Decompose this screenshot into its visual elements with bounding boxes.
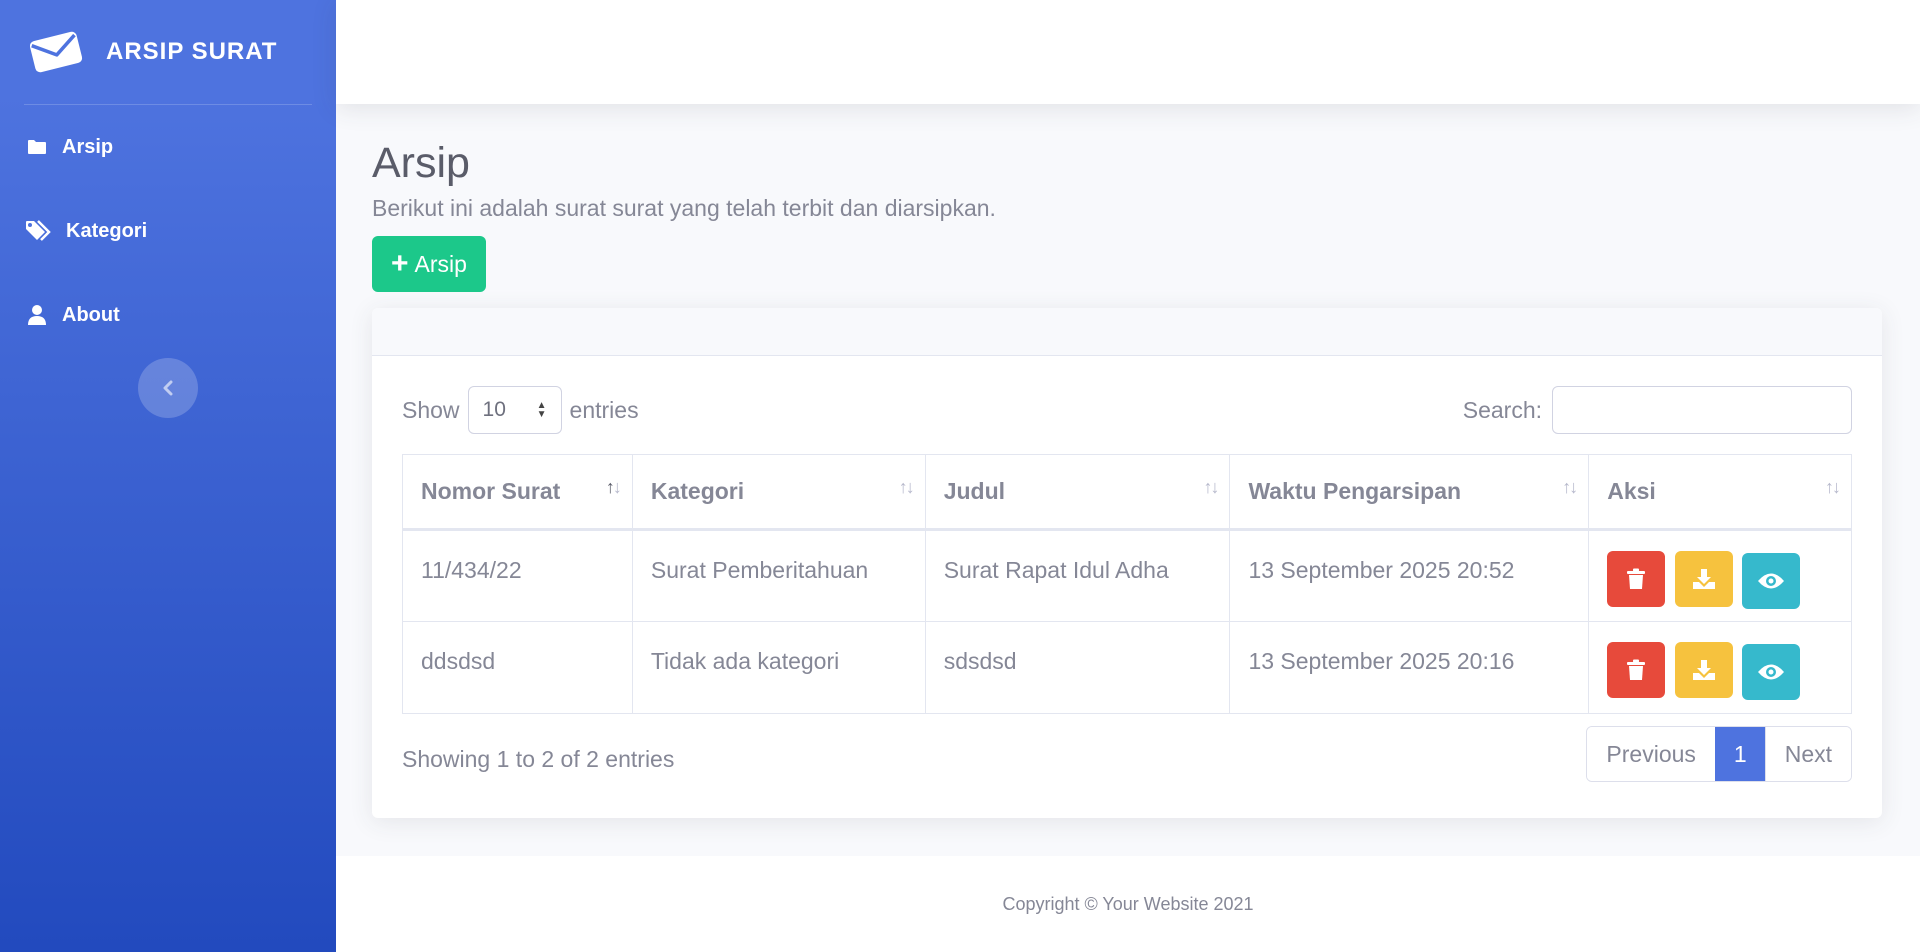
column-header-nomor-surat[interactable]: Nomor Surat ↑↓ [402, 454, 633, 531]
table-footer: Showing 1 to 2 of 2 entries Previous 1 N… [402, 726, 1852, 782]
column-header-judul[interactable]: Judul ↑↓ [924, 454, 1231, 531]
search-input[interactable] [1552, 386, 1852, 434]
add-arsip-button[interactable]: + Arsip [372, 236, 486, 293]
download-icon [1692, 569, 1715, 589]
pagination: Previous 1 Next [1586, 726, 1852, 782]
column-label: Kategori [650, 478, 745, 504]
search-label: Search: [1462, 396, 1542, 423]
archive-table: Nomor Surat ↑↓ Kategori ↑↓ Judul ↑↓ Waktu P… [402, 454, 1852, 714]
trash-icon [1627, 659, 1646, 680]
sort-asc-icon: ↑↓ [605, 477, 622, 497]
sort-icon: ↑↓ [1562, 477, 1578, 497]
sidebar: ARSIP SURAT Arsip Kategori About [0, 0, 336, 952]
page-title: Arsip [372, 139, 470, 187]
tags-icon [24, 220, 54, 242]
eye-icon [1757, 573, 1784, 589]
pagination-page-1[interactable]: 1 [1714, 727, 1765, 781]
cell-nomor: 11/434/22 [402, 529, 633, 622]
brand-title: ARSIP SURAT [106, 38, 278, 65]
cell-actions [1588, 621, 1852, 714]
sort-icon: ↑↓ [898, 477, 915, 497]
chevron-left-icon [163, 380, 173, 396]
eye-icon [1757, 664, 1784, 680]
table-controls: Show 10 ▲ ▼ entries Search: [402, 386, 1852, 434]
sort-icon: ↑↓ [1203, 477, 1219, 497]
column-label: Judul [943, 478, 1006, 504]
column-label: Aksi [1607, 478, 1656, 504]
cell-actions [1588, 529, 1852, 622]
footer: Copyright © Your Website 2021 [336, 856, 1920, 952]
download-icon [1692, 660, 1715, 680]
sort-icon: ↑↓ [1825, 477, 1841, 497]
envelope-icon [29, 31, 83, 73]
show-label: Show [402, 396, 460, 423]
folder-icon [24, 136, 50, 158]
trash-icon [1627, 568, 1646, 589]
download-button[interactable] [1674, 551, 1733, 607]
sidebar-item-label: About [62, 303, 120, 326]
add-arsip-label: Arsip [414, 250, 467, 277]
main-content: Arsip Berikut ini adalah surat surat yan… [372, 139, 1882, 818]
topbar [336, 0, 1920, 104]
column-header-kategori[interactable]: Kategori ↑↓ [631, 454, 926, 531]
sidebar-item-label: Arsip [62, 135, 114, 158]
page-subtitle: Berikut ini adalah surat surat yang tela… [372, 195, 996, 222]
sidebar-item-kategori[interactable]: Kategori [0, 189, 336, 273]
sidebar-item-arsip[interactable]: Arsip [0, 105, 336, 189]
sidebar-item-about[interactable]: About [0, 273, 336, 357]
sidebar-toggle-button[interactable] [138, 358, 198, 418]
select-caret-icon: ▲ ▼ [536, 400, 547, 420]
delete-button[interactable] [1607, 551, 1666, 607]
page-length-value: 10 [482, 398, 506, 421]
column-header-waktu[interactable]: Waktu Pengarsipan ↑↓ [1229, 454, 1590, 531]
pagination-previous[interactable]: Previous [1587, 727, 1715, 781]
cell-waktu: 13 September 2025 20:16 [1229, 621, 1590, 714]
table-row: 11/434/22 Surat Pemberitahuan Surat Rapa… [402, 529, 1852, 622]
pagination-next[interactable]: Next [1764, 727, 1851, 781]
cell-nomor: ddsdsd [402, 621, 633, 714]
table-header-row: Nomor Surat ↑↓ Kategori ↑↓ Judul ↑↓ Waktu P… [402, 454, 1852, 531]
card-header [372, 308, 1882, 356]
view-button[interactable] [1741, 644, 1800, 700]
column-label: Waktu Pengarsipan [1248, 478, 1462, 504]
download-button[interactable] [1674, 642, 1733, 698]
column-header-aksi[interactable]: Aksi ↑↓ [1588, 454, 1852, 531]
plus-icon: + [391, 247, 409, 281]
table-info: Showing 1 to 2 of 2 entries [402, 746, 675, 772]
delete-button[interactable] [1607, 642, 1666, 698]
cell-waktu: 13 September 2025 20:52 [1229, 529, 1590, 622]
column-label: Nomor Surat [421, 478, 561, 504]
cell-kategori: Surat Pemberitahuan [631, 529, 926, 622]
user-icon [24, 304, 50, 326]
page-length-control: Show 10 ▲ ▼ entries [402, 386, 639, 434]
cell-judul: Surat Rapat Idul Adha [924, 529, 1231, 622]
card-body: Show 10 ▲ ▼ entries Search: Nomor Surat … [372, 356, 1882, 782]
archive-card: Show 10 ▲ ▼ entries Search: Nomor Surat … [372, 308, 1882, 818]
sidebar-brand[interactable]: ARSIP SURAT [0, 0, 336, 104]
sidebar-item-label: Kategori [66, 219, 148, 242]
copyright-text: Copyright © Your Website 2021 [1002, 893, 1254, 914]
cell-kategori: Tidak ada kategori [631, 621, 926, 714]
view-button[interactable] [1741, 553, 1800, 609]
entries-label: entries [569, 396, 639, 423]
page-length-select[interactable]: 10 ▲ ▼ [467, 386, 562, 434]
search-control: Search: [1463, 386, 1852, 434]
cell-judul: sdsdsd [924, 621, 1231, 714]
table-row: ddsdsd Tidak ada kategori sdsdsd 13 Sept… [402, 621, 1852, 714]
